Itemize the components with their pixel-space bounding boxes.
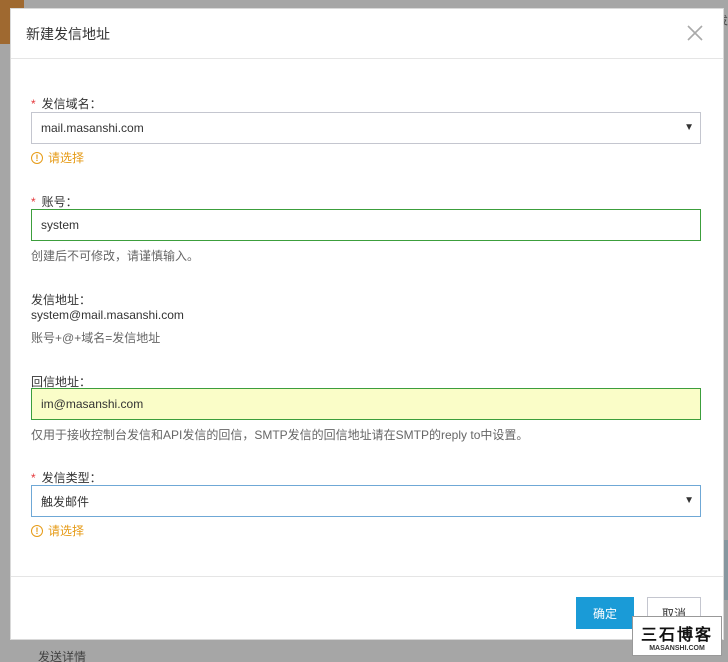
account-help: 创建后不可修改，请谨慎输入。 — [31, 249, 200, 263]
warning-icon: ! — [31, 151, 43, 164]
sender-address-label: 发信地址： — [31, 293, 92, 307]
warning-icon: ! — [31, 524, 43, 537]
domain-select[interactable]: mail.masanshi.com ▼ — [31, 112, 701, 144]
send-type-select[interactable]: 触发邮件 ▼ — [31, 485, 701, 517]
watermark-title: 三石博客 — [640, 624, 713, 644]
dialog-header: 新建发信地址 — [11, 9, 723, 59]
reply-address-help: 仅用于接收控制台发信和API发信的回信，SMTP发信的回信地址请在SMTP的re… — [31, 428, 529, 442]
domain-warning-text: 请选择 — [48, 151, 85, 165]
reply-address-input-value: im@masanshi.com — [41, 397, 144, 411]
dialog-footer: 确定 取消 — [11, 576, 723, 639]
dialog-title: 新建发信地址 — [26, 25, 110, 42]
watermark-subtitle: MASANSHI.COM — [649, 644, 705, 652]
account-label-text: 账号： — [41, 195, 78, 209]
caret-down-icon: ▼ — [684, 495, 694, 506]
domain-warning: ! 请选择 — [31, 149, 84, 166]
required-mark: * — [31, 471, 36, 485]
domain-label-text: 发信域名： — [41, 97, 102, 111]
close-icon[interactable] — [685, 23, 705, 43]
confirm-button[interactable]: 确定 — [576, 597, 634, 629]
send-type-warning: ! 请选择 — [31, 522, 84, 539]
account-label: * 账号： — [31, 193, 78, 210]
sender-address-value: system@mail.masanshi.com — [31, 308, 184, 322]
domain-label: * 发信域名： — [31, 95, 102, 112]
required-mark: * — [31, 195, 36, 209]
domain-select-value: mail.masanshi.com — [41, 121, 144, 135]
watermark-logo: 三石博客 MASANSHI.COM — [632, 616, 722, 656]
account-input-value: system — [41, 218, 80, 232]
account-input[interactable]: system — [31, 209, 701, 241]
send-type-label: * 发信类型： — [31, 469, 102, 486]
sender-address-hint: 账号+@+域名=发信地址 — [31, 331, 161, 345]
new-sender-address-dialog: 新建发信地址 * 发信域名： mail.masanshi.com ▼ ! 请选择 … — [10, 8, 724, 640]
caret-down-icon: ▼ — [684, 122, 694, 133]
send-type-warning-text: 请选择 — [48, 524, 85, 538]
send-type-label-text: 发信类型： — [41, 471, 102, 485]
send-type-select-value: 触发邮件 — [41, 494, 90, 509]
required-mark: * — [31, 97, 36, 111]
reply-address-input[interactable]: im@masanshi.com — [31, 388, 701, 420]
